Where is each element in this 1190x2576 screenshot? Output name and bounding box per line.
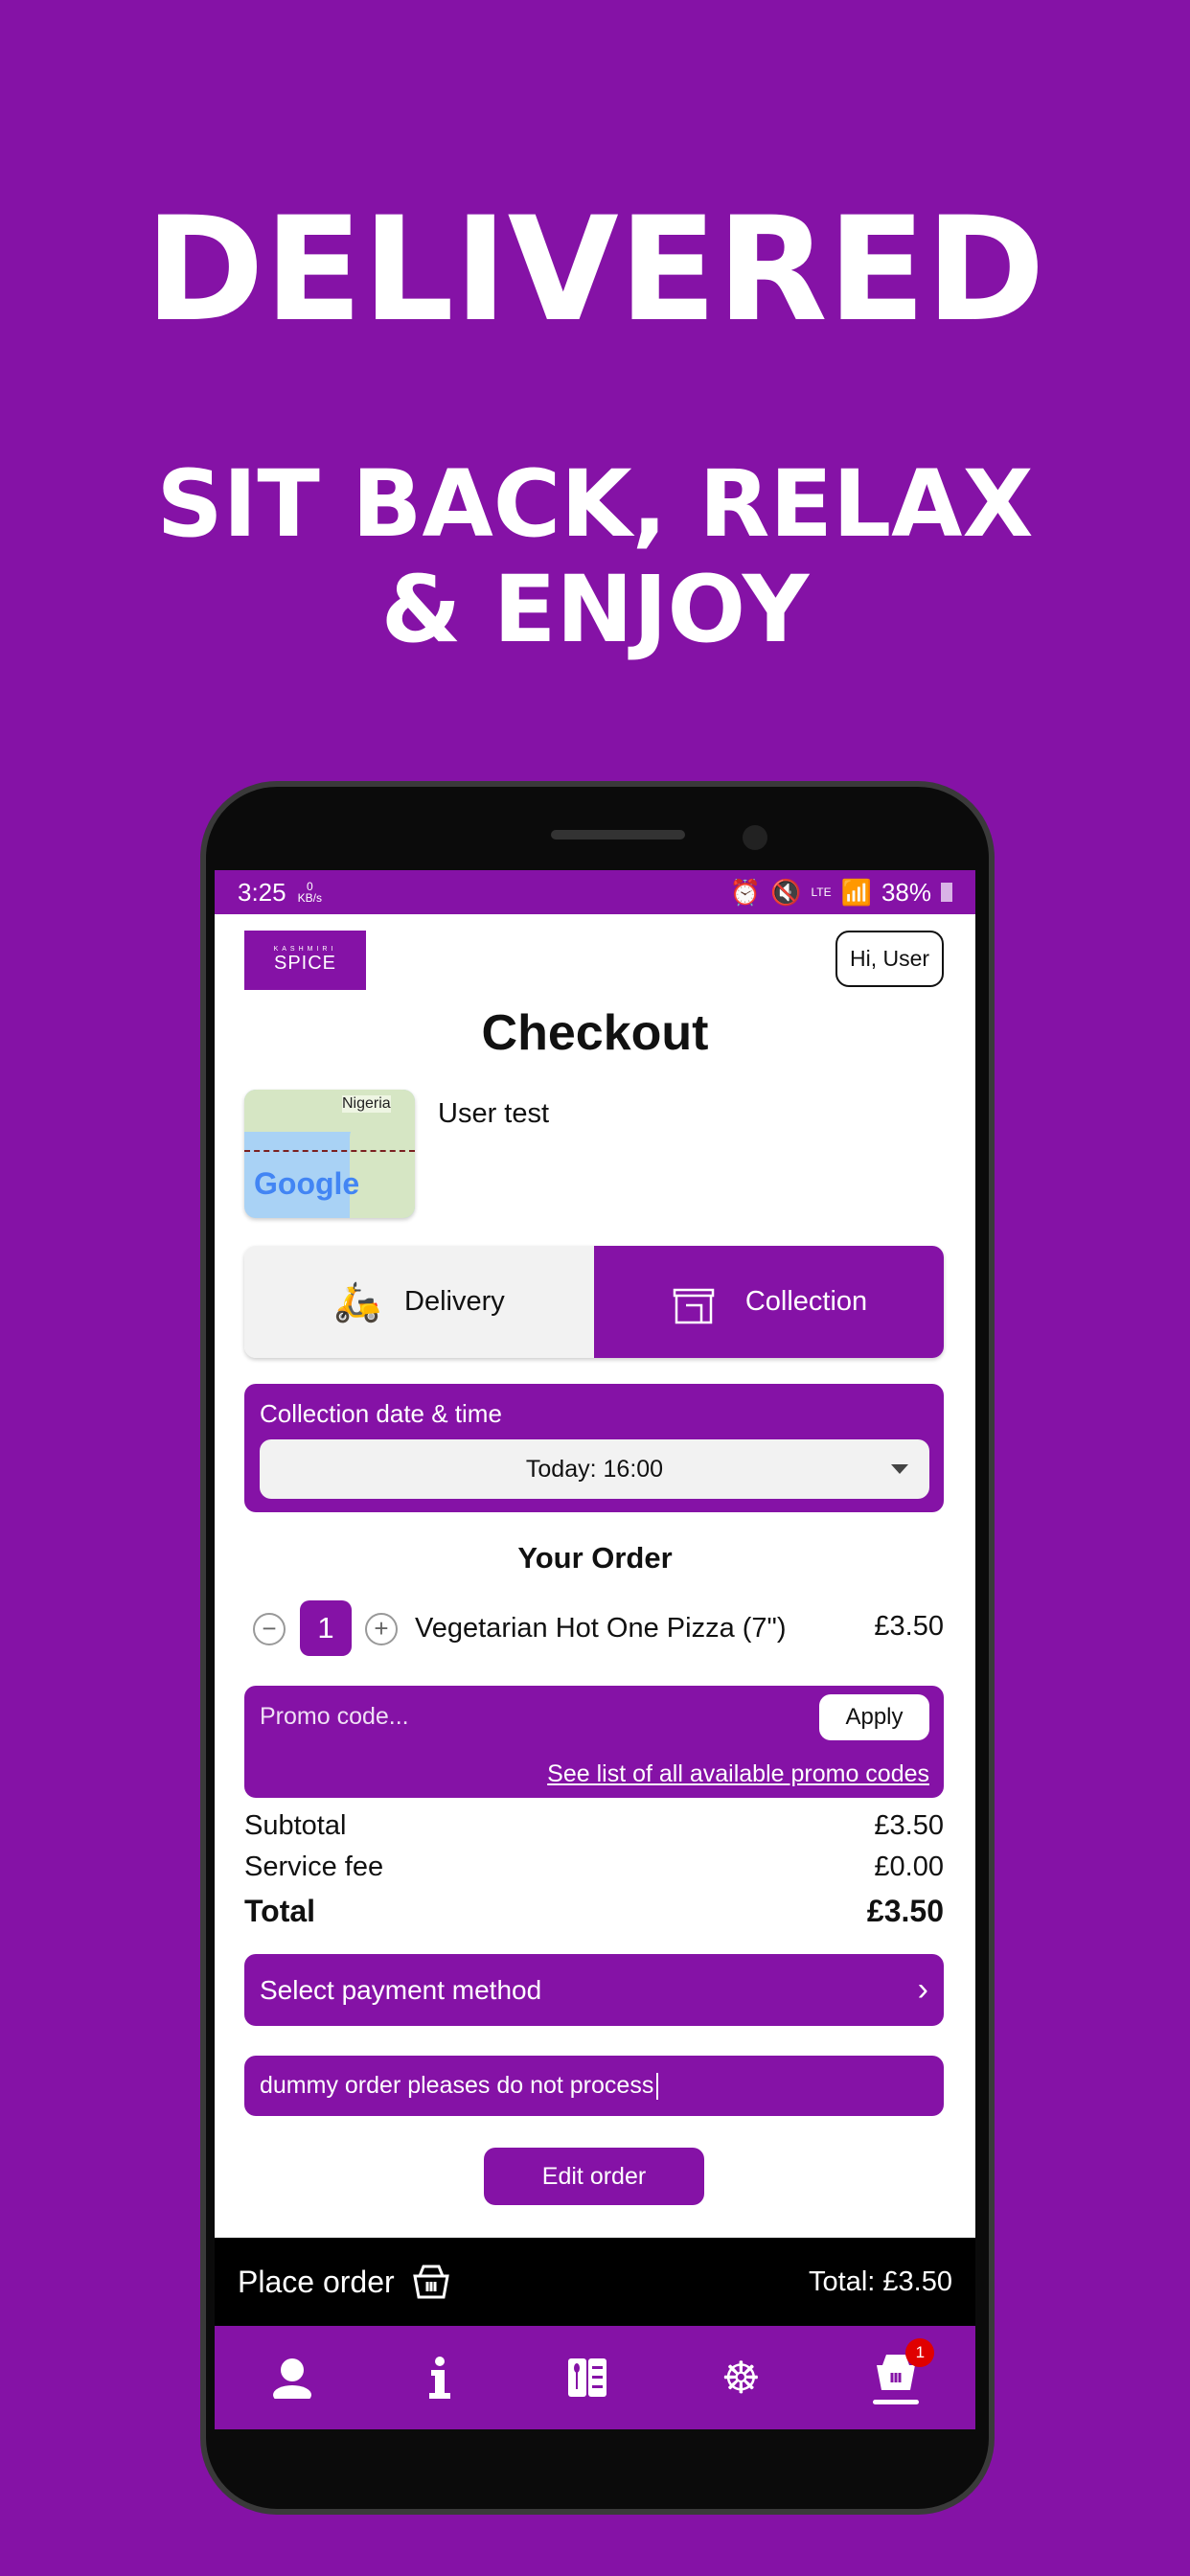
collection-time-label: Collection date & time — [260, 1399, 502, 1428]
apply-button[interactable]: Apply — [819, 1694, 929, 1740]
text-cursor — [656, 2072, 659, 2100]
subtotal-label: Subtotal — [244, 1810, 347, 1841]
status-time: 3:25 — [238, 877, 286, 907]
alarm-icon: ⏰ — [729, 877, 762, 907]
decrease-qty-button[interactable]: − — [253, 1613, 286, 1645]
collection-time-select[interactable]: Today: 16:00 — [260, 1439, 929, 1499]
service-fee-row: Service fee £0.00 — [244, 1852, 944, 1883]
battery-level: 38% — [881, 877, 931, 907]
delivery-label: Delivery — [404, 1286, 505, 1317]
footer-total: Total: £3.50 — [809, 2266, 952, 2297]
user-button[interactable]: Hi, User — [835, 931, 944, 987]
item-name: Vegetarian Hot One Pizza (7") — [415, 1613, 787, 1644]
increase-qty-button[interactable]: + — [365, 1613, 398, 1645]
promo-panel: Promo code... Apply See list of all avai… — [244, 1686, 944, 1798]
payment-method-button[interactable]: Select payment method › — [244, 1954, 944, 2026]
collection-label: Collection — [744, 1286, 868, 1317]
your-order-heading: Your Order — [517, 1541, 673, 1575]
map-thumbnail[interactable]: Nigeria Google — [244, 1090, 415, 1218]
place-order-bar[interactable]: Place order Total: £3.50 — [215, 2238, 975, 2326]
network-type: LTE — [811, 886, 832, 899]
scooter-icon: 🛵 — [333, 1281, 382, 1323]
nav-basket[interactable]: 1 — [873, 2337, 935, 2404]
promo-line-1: SIT BACK, RELAX — [156, 450, 1034, 558]
logo-top-text: KASHMIRI — [273, 946, 337, 953]
promo-line-2: & ENJOY — [380, 556, 810, 663]
promo-code-input[interactable]: Promo code... — [260, 1703, 409, 1731]
basket-icon — [412, 2265, 449, 2299]
order-notes-input[interactable]: dummy order pleases do not process — [244, 2056, 944, 2116]
edit-order-button[interactable]: Edit order — [484, 2148, 704, 2205]
collection-time-panel: Collection date & time Today: 16:00 — [244, 1384, 944, 1512]
delivery-option[interactable]: 🛵 Delivery — [244, 1246, 594, 1358]
mute-icon: 🔇 — [770, 877, 802, 907]
total-row: Total £3.50 — [244, 1894, 944, 1929]
collection-option[interactable]: Collection — [594, 1246, 944, 1358]
profile-icon[interactable] — [271, 2357, 313, 2399]
order-notes-value: dummy order pleases do not process — [260, 2072, 654, 2099]
promo-headline: DELIVERED — [145, 187, 1045, 354]
app-screen: 3:25 0 KB/s ⏰ 🔇 LTE 📶 38% KASHMIRI SPICE … — [215, 870, 975, 2429]
item-price: £3.50 — [874, 1611, 944, 1642]
service-fee-label: Service fee — [244, 1852, 384, 1882]
collection-time-value: Today: 16:00 — [525, 1455, 664, 1483]
payment-method-label: Select payment method — [260, 1974, 542, 2005]
speaker-grille — [551, 830, 685, 840]
settings-gear-icon[interactable]: ☸ — [721, 2352, 761, 2404]
shop-icon — [673, 1288, 715, 1323]
dropdown-arrow-icon — [891, 1464, 908, 1483]
qty-value: 1 — [300, 1600, 352, 1656]
basket-badge: 1 — [905, 2337, 935, 2367]
total-value: £3.50 — [866, 1894, 944, 1928]
menu-book-icon[interactable] — [566, 2357, 608, 2399]
subtotal-value: £3.50 — [874, 1810, 944, 1841]
camera-icon — [743, 825, 767, 850]
wifi-icon: 📶 — [840, 877, 872, 907]
info-icon[interactable] — [425, 2357, 454, 2399]
map-country-label: Nigeria — [342, 1095, 391, 1113]
address-name: User test — [438, 1098, 550, 1129]
logo-main-text: SPICE — [273, 953, 337, 974]
service-fee-value: £0.00 — [874, 1852, 944, 1882]
page-title: Checkout — [481, 1005, 709, 1061]
bottom-nav: ☸ 1 — [215, 2326, 975, 2429]
data-unit: KB/s — [297, 891, 322, 905]
promo-codes-link[interactable]: See list of all available promo codes — [547, 1760, 929, 1788]
total-label: Total — [244, 1894, 316, 1928]
logo[interactable]: KASHMIRI SPICE — [244, 931, 366, 990]
subtotal-row: Subtotal £3.50 — [244, 1810, 944, 1842]
place-order-label: Place order — [238, 2264, 395, 2299]
chevron-right-icon: › — [917, 1971, 928, 2008]
delivery-mode-toggle: 🛵 Delivery Collection — [244, 1246, 944, 1358]
active-indicator — [873, 2399, 920, 2404]
battery-icon — [941, 883, 952, 902]
google-logo: Google — [254, 1166, 360, 1201]
status-bar: 3:25 0 KB/s ⏰ 🔇 LTE 📶 38% — [215, 870, 975, 914]
